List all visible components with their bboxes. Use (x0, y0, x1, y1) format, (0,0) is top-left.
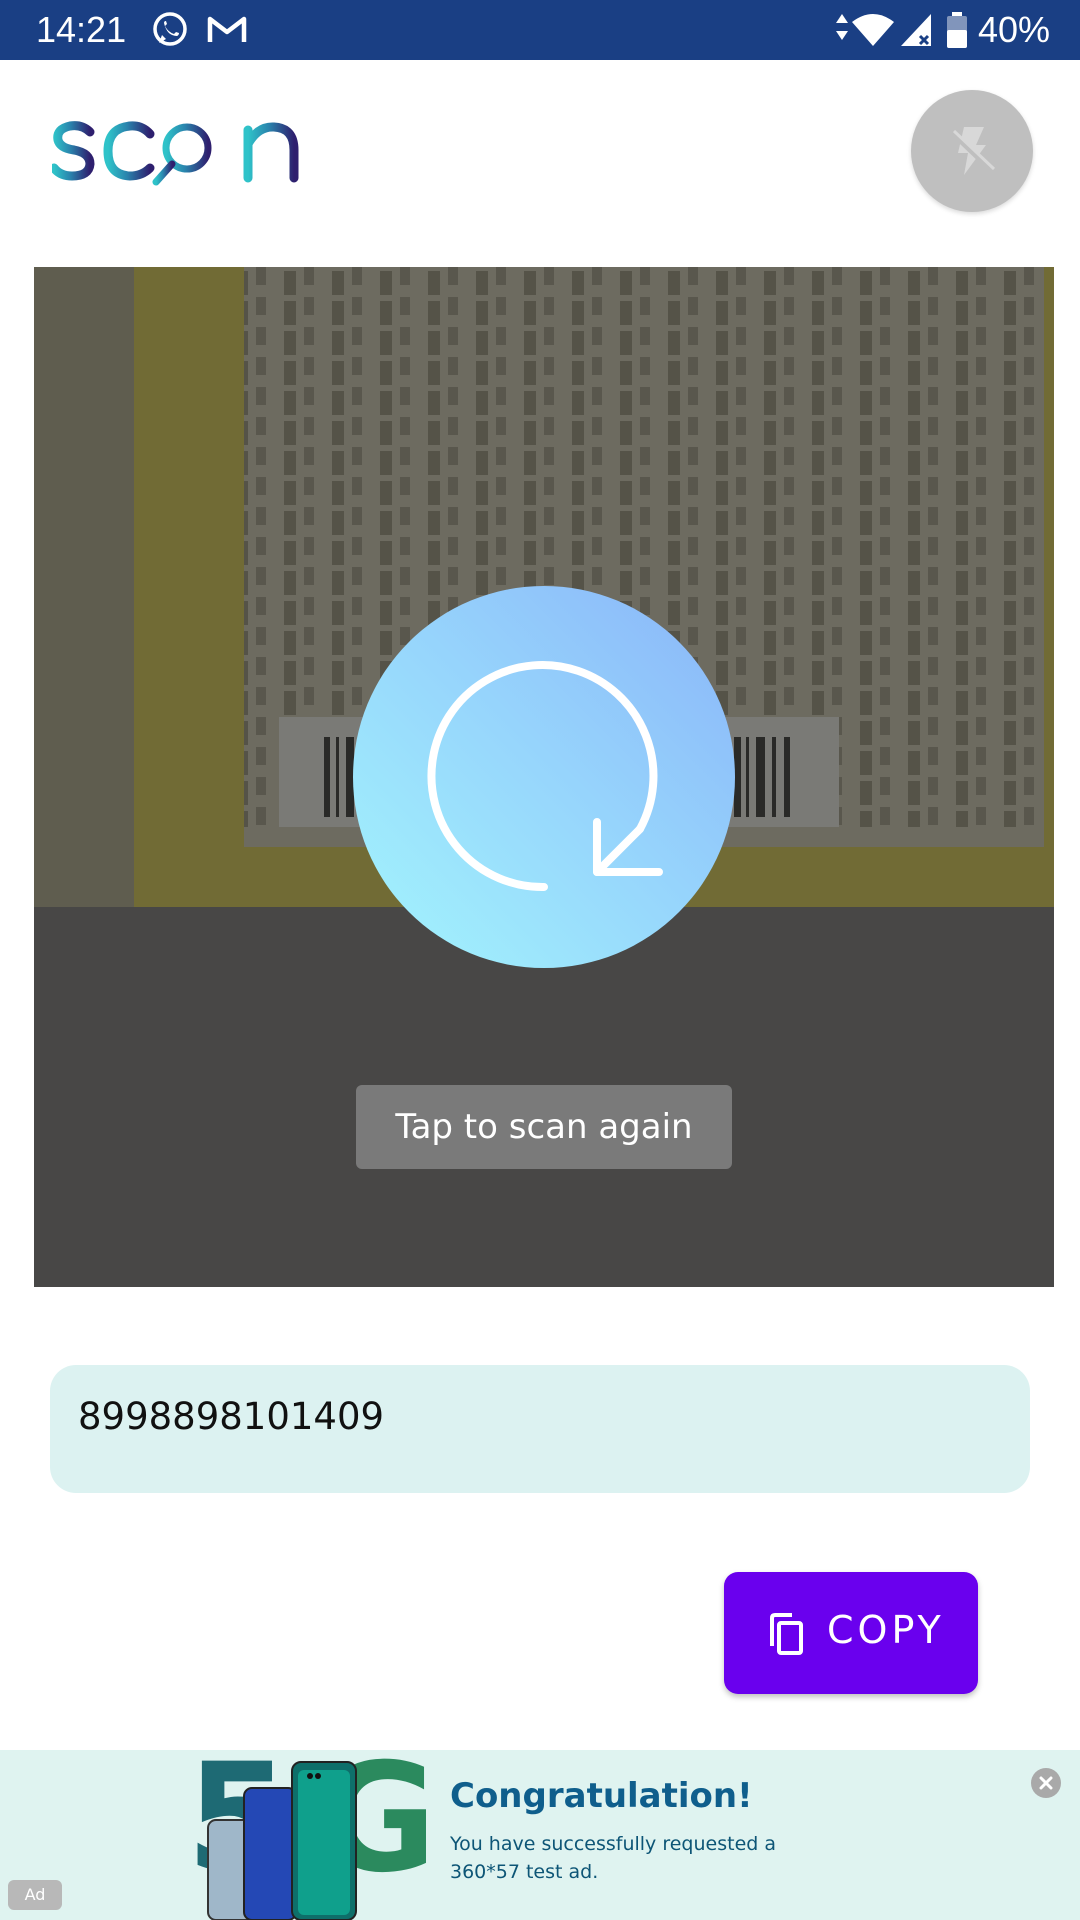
whatsapp-icon (150, 10, 190, 54)
barcode-value: 8998898101409 (78, 1395, 385, 1438)
app-logo (49, 110, 302, 200)
ad-tag: Ad (8, 1880, 62, 1910)
flash-off-icon (950, 127, 996, 175)
status-time: 14:21 (36, 9, 127, 50)
gmail-icon (206, 10, 248, 54)
status-bar: 14:21 40% (0, 0, 1080, 60)
flash-toggle-button[interactable] (911, 90, 1033, 212)
rescan-button[interactable] (353, 586, 735, 968)
result-field[interactable]: 8998898101409 (50, 1365, 1030, 1493)
data-arrows-icon (834, 10, 850, 54)
ad-close-button[interactable] (1031, 1768, 1061, 1798)
ad-image: 5 G (186, 1750, 426, 1920)
battery-icon (945, 10, 969, 54)
battery-percent: 40% (978, 9, 1051, 50)
copy-label: COPY (827, 1608, 945, 1652)
copy-icon (770, 1613, 803, 1655)
wifi-icon (850, 10, 896, 54)
signal-icon (898, 10, 934, 54)
rotate-cw-icon (427, 661, 663, 892)
ad-body: You have successfully requested a 360*57… (450, 1833, 776, 1883)
camera-preview[interactable]: Tap to scan again (34, 267, 1054, 1287)
ad-title: Congratulation! (450, 1776, 753, 1816)
scan-again-button[interactable]: Tap to scan again (356, 1085, 732, 1169)
ad-banner[interactable]: 5 G Congratulation! You have successfull… (0, 1750, 1080, 1920)
close-icon (1039, 1776, 1053, 1790)
copy-button[interactable]: COPY (724, 1572, 978, 1694)
